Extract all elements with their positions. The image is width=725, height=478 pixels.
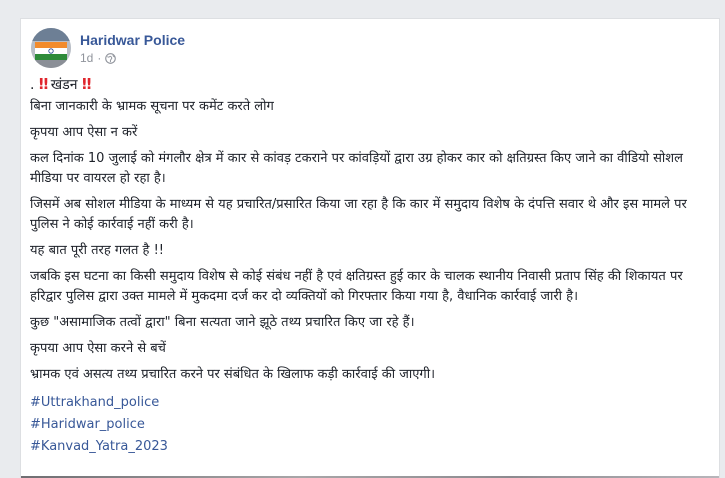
post-card: Haridwar Police 1d · . ‼ खंडन ‼ बिना जान… <box>20 18 720 478</box>
title-text: खंडन <box>50 77 78 93</box>
hashtag-link[interactable]: #Kanvad_Yatra_2023 <box>30 437 715 457</box>
hashtag-link[interactable]: #Haridwar_police <box>30 415 715 435</box>
paragraph: कल दिनांक 10 जुलाई को मंगलौर क्षेत्र में… <box>30 151 683 186</box>
post-meta: Haridwar Police 1d · <box>80 32 185 65</box>
timestamp-row: 1d · <box>80 51 185 65</box>
hashtag-list: #Uttrakhand_police #Haridwar_police #Kan… <box>30 393 715 457</box>
paragraph: कृपया आप ऐसा करने से बचें <box>30 341 166 356</box>
post-body: . ‼ खंडन ‼ बिना जानकारी के भ्रामक सूचना … <box>30 74 715 457</box>
double-exclamation-icon: ‼ <box>81 75 92 93</box>
paragraph: कुछ "असामाजिक तत्वों द्वारा" बिना सत्यता… <box>30 315 415 330</box>
police-emblem-icon <box>31 28 71 68</box>
globe-icon[interactable] <box>105 52 117 64</box>
paragraph: जिसमें अब सोशल मीडिया के माध्यम से यह प्… <box>30 197 687 232</box>
paragraph: जबकि इस घटना का किसी समुदाय विशेष से कोई… <box>30 269 683 304</box>
paragraph: कृपया आप ऐसा न करें <box>30 125 138 140</box>
paragraph: बिना जानकारी के भ्रामक सूचना पर कमेंट कर… <box>30 99 274 114</box>
timestamp[interactable]: 1d <box>80 51 93 65</box>
separator: · <box>97 51 102 65</box>
double-exclamation-icon: ‼ <box>38 75 49 93</box>
paragraph: भ्रामक एवं असत्य तथ्य प्रचारित करने पर स… <box>30 367 436 382</box>
post-title: . ‼ खंडन ‼ <box>30 74 715 95</box>
author-name[interactable]: Haridwar Police <box>80 32 185 48</box>
avatar[interactable] <box>31 28 71 68</box>
hashtag-link[interactable]: #Uttrakhand_police <box>30 393 715 413</box>
title-prefix: . <box>30 77 35 93</box>
paragraph: यह बात पूरी तरह गलत है !! <box>30 243 165 258</box>
post-header: Haridwar Police 1d · <box>31 28 185 70</box>
